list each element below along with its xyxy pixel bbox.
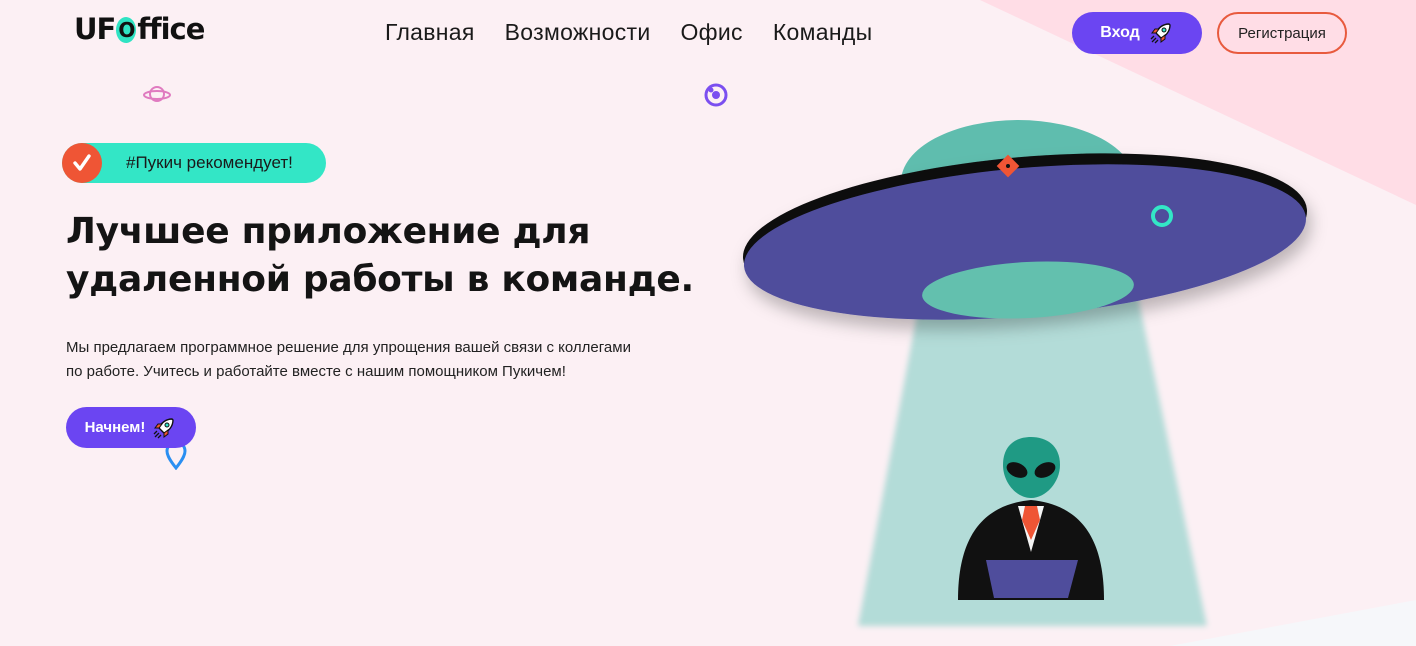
login-button[interactable]: Вход (1072, 12, 1202, 54)
hero-headline: Лучшее приложение для удаленной работы в… (66, 208, 706, 304)
planet-icon (143, 86, 171, 102)
nav-item-teams[interactable]: Команды (773, 19, 873, 46)
badge-text: #Пукич рекомендует! (126, 153, 293, 172)
start-label: Начнем! (84, 419, 146, 436)
logo-prefix: UF (74, 12, 116, 46)
logo-suffix: ffice (137, 12, 205, 46)
register-button[interactable]: Регистрация (1217, 12, 1347, 54)
start-button[interactable]: Начнем! (66, 407, 196, 448)
description-line-2: по работе. Учитесь и работайте вместе с … (66, 363, 566, 380)
ufo-alien-illustration (742, 120, 1308, 626)
orbit-icon (704, 83, 728, 107)
logo[interactable]: UF Office (74, 12, 205, 46)
headline-line-1: Лучшее приложение для (66, 211, 591, 252)
recommend-badge: #Пукич рекомендует! (62, 143, 326, 183)
nav-item-home[interactable]: Главная (385, 19, 475, 46)
rocket-icon (153, 417, 175, 438)
badge-check-circle (62, 143, 102, 183)
headline-line-2: удаленной работы в команде. (66, 259, 694, 300)
rocket-icon (1150, 23, 1171, 44)
login-label: Вход (1100, 24, 1140, 41)
hero-description: Мы предлагаем программное решение для уп… (66, 336, 706, 384)
logo-o-badge: O (116, 17, 137, 43)
main-nav: Главная Возможности Офис Команды (385, 19, 872, 46)
nav-item-office[interactable]: Офис (680, 19, 742, 46)
check-icon (73, 154, 91, 171)
nav-item-features[interactable]: Возможности (505, 19, 651, 46)
description-line-1: Мы предлагаем программное решение для уп… (66, 339, 631, 356)
